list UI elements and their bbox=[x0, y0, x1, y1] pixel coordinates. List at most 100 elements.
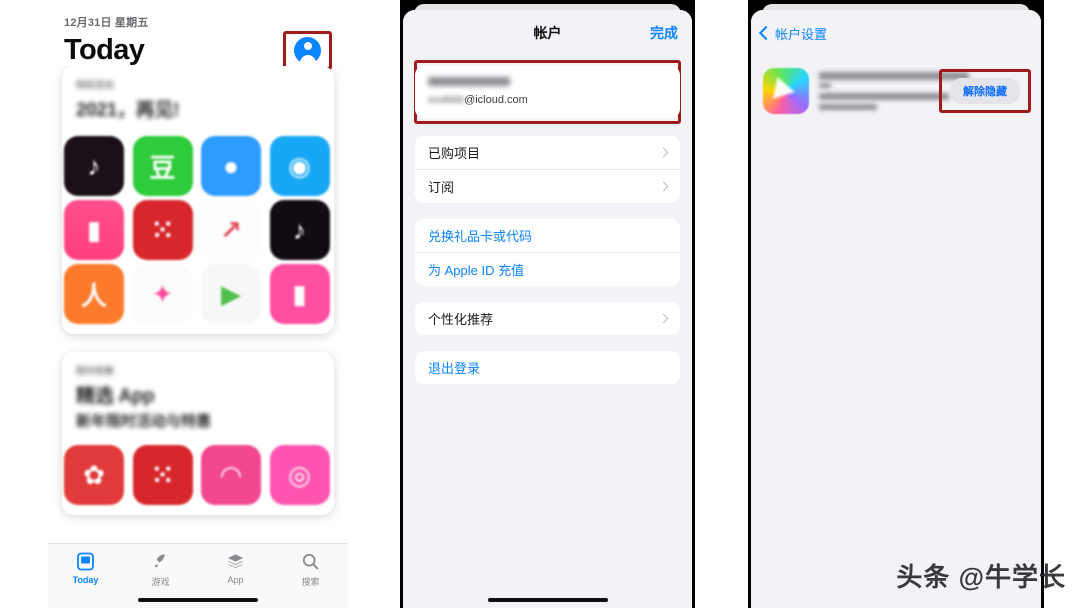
email-prefix-redacted: xxxkkkt bbox=[428, 94, 465, 106]
arrow-glyph bbox=[772, 77, 798, 103]
app-icon-tile[interactable]: ⁙ bbox=[132, 200, 193, 260]
app-icon-tile[interactable]: ▮ bbox=[64, 200, 124, 260]
app-icon-tile[interactable]: ⁙ bbox=[132, 445, 193, 505]
redeem-group: 兑换礼品卡或代码 为 Apple ID 充值 bbox=[415, 219, 680, 286]
app-glyph: ♪ bbox=[87, 150, 101, 181]
tab-label: Today bbox=[72, 575, 99, 585]
app-glyph: ♪ bbox=[293, 214, 306, 245]
hidden-app-list: 解除隐藏 bbox=[751, 56, 1041, 124]
card-headline: 2021，再见! bbox=[76, 100, 180, 121]
row-purchased[interactable]: 已购项目 bbox=[415, 136, 680, 169]
app-glyph: ● bbox=[223, 150, 239, 181]
list-item[interactable]: 解除隐藏 bbox=[751, 62, 1041, 124]
account-email: xxxkkkt@icloud.com bbox=[428, 94, 667, 106]
tab-games[interactable]: 游戏 bbox=[123, 550, 198, 588]
app-icon-tile[interactable]: ♪ bbox=[269, 200, 330, 260]
app-icon-tile[interactable]: ↗ bbox=[201, 200, 261, 260]
account-sheet: 帐户 完成 xxxkkkt@icloud.com 已购项目 订阅 兑换礼品卡或代… bbox=[403, 10, 692, 608]
app-glyph: ▮ bbox=[86, 214, 102, 245]
row-personalized-recommendations[interactable]: 个性化推荐 bbox=[415, 302, 680, 335]
app-icon-tile[interactable]: 人 bbox=[64, 264, 124, 324]
page-title: Today bbox=[64, 33, 145, 66]
today-title-row: Today bbox=[64, 31, 332, 70]
personalization-group: 个性化推荐 bbox=[415, 302, 680, 335]
row-label: 已购项目 bbox=[428, 146, 481, 161]
screenshot-stage: 12月31日 星期五 Today 特别活动 2021，再见! ♪ 豆 ● ◉ ▮… bbox=[0, 0, 1080, 608]
unhide-button[interactable]: 解除隐藏 bbox=[950, 78, 1020, 104]
back-button[interactable]: 帐户设置 bbox=[758, 24, 828, 43]
app-icon-tile[interactable]: ◠ bbox=[201, 445, 261, 505]
tab-search[interactable]: 搜索 bbox=[273, 550, 348, 588]
today-date: 12月31日 星期五 bbox=[64, 17, 149, 29]
app-meta bbox=[819, 72, 969, 110]
row-label: 订阅 bbox=[428, 180, 455, 195]
row-label: 退出登录 bbox=[428, 361, 481, 376]
hidden-purchases-sheet: 帐户设置 解除隐藏 bbox=[751, 10, 1041, 608]
today-header: 12月31日 星期五 Today bbox=[48, 0, 348, 74]
row-sign-out[interactable]: 退出登录 bbox=[415, 351, 680, 384]
rainbow-app-icon bbox=[763, 68, 809, 114]
row-redeem-gift-card[interactable]: 兑换礼品卡或代码 bbox=[415, 219, 680, 252]
home-indicator bbox=[138, 598, 258, 602]
app-subtitle-redacted bbox=[819, 83, 831, 88]
card-headline: 精选 App bbox=[76, 386, 155, 407]
app-icon-tile[interactable]: ✿ bbox=[64, 445, 124, 505]
home-indicator bbox=[487, 598, 608, 602]
row-label: 为 Apple ID 充值 bbox=[428, 263, 525, 278]
account-identity-block[interactable]: xxxkkkt@icloud.com bbox=[414, 60, 681, 124]
feature-card[interactable]: 限时特惠 精选 App 新年限时活动与特惠 ✿ ⁙ ◠ ◎ bbox=[62, 352, 334, 515]
app-glyph: 人 bbox=[80, 280, 107, 311]
app-icon-tile[interactable]: ✦ bbox=[132, 264, 193, 324]
card-kicker: 限时特惠 bbox=[76, 366, 115, 376]
feature-card-text: 限时特惠 精选 App 新年限时活动与特惠 bbox=[62, 352, 334, 439]
app-icon-tile[interactable]: ◎ bbox=[269, 445, 330, 505]
app-glyph: 豆 bbox=[149, 152, 176, 183]
app-icon-tile[interactable]: ▶ bbox=[201, 264, 261, 324]
app-glyph: ▮ bbox=[292, 278, 307, 309]
tab-label: App bbox=[227, 575, 244, 585]
row-add-funds[interactable]: 为 Apple ID 充值 bbox=[415, 252, 680, 286]
tab-apps[interactable]: App bbox=[198, 550, 273, 585]
search-icon bbox=[301, 550, 320, 572]
hidden-purchases-navbar: 帐户设置 bbox=[751, 10, 1041, 56]
app-icon-tile[interactable]: ● bbox=[201, 136, 261, 196]
chevron-right-icon bbox=[658, 313, 669, 324]
feature-card[interactable]: 特别活动 2021，再见! ♪ 豆 ● ◉ ▮ ⁙ ↗ ♪ 人 ✦ ▶ ▮ bbox=[62, 66, 334, 334]
app-glyph: ◉ bbox=[288, 150, 311, 181]
today-card-icon bbox=[76, 550, 95, 572]
card-app-grid: ✿ ⁙ ◠ ◎ bbox=[62, 439, 334, 515]
tab-label: 搜索 bbox=[301, 577, 320, 587]
app-icon-tile[interactable]: 豆 bbox=[132, 136, 193, 196]
done-button[interactable]: 完成 bbox=[650, 23, 678, 43]
nav-title: 帐户 bbox=[533, 25, 562, 41]
hidden-purchases-panel: 帐户设置 解除隐藏 bbox=[748, 0, 1044, 608]
purchases-group: 已购项目 订阅 bbox=[415, 136, 680, 203]
avatar-highlight-box bbox=[283, 31, 332, 70]
app-glyph: ⁙ bbox=[151, 459, 174, 490]
account-sheet-panel: 帐户 完成 xxxkkkt@icloud.com 已购项目 订阅 兑换礼品卡或代… bbox=[400, 0, 695, 608]
tab-today[interactable]: Today bbox=[48, 550, 123, 585]
account-name-redacted bbox=[428, 77, 510, 86]
signout-group: 退出登录 bbox=[415, 351, 680, 384]
tab-label: 游戏 bbox=[151, 577, 170, 587]
app-icon-tile[interactable]: ◉ bbox=[269, 136, 330, 196]
account-avatar-icon[interactable] bbox=[294, 37, 321, 64]
app-icon-tile[interactable]: ♪ bbox=[64, 136, 124, 196]
app-glyph: ✿ bbox=[83, 459, 105, 490]
account-card[interactable]: xxxkkkt@icloud.com bbox=[415, 66, 680, 118]
today-feed[interactable]: 特别活动 2021，再见! ♪ 豆 ● ◉ ▮ ⁙ ↗ ♪ 人 ✦ ▶ ▮ 限时… bbox=[48, 66, 348, 550]
back-label: 帐户设置 bbox=[775, 26, 828, 42]
feature-card-text: 特别活动 2021，再见! bbox=[62, 66, 334, 130]
card-kicker: 特别活动 bbox=[76, 80, 115, 90]
app-developer-redacted bbox=[819, 93, 949, 100]
app-icon-tile[interactable]: ▮ bbox=[269, 264, 330, 324]
row-subscriptions[interactable]: 订阅 bbox=[415, 169, 680, 203]
layers-icon bbox=[226, 550, 245, 572]
app-glyph: ◎ bbox=[288, 459, 311, 490]
chevron-left-icon bbox=[758, 25, 774, 41]
app-size-redacted bbox=[819, 104, 877, 110]
app-glyph: ↗ bbox=[220, 214, 242, 245]
card-app-grid: ♪ 豆 ● ◉ ▮ ⁙ ↗ ♪ 人 ✦ ▶ ▮ bbox=[62, 130, 334, 334]
unhide-highlight-box: 解除隐藏 bbox=[939, 69, 1031, 113]
app-glyph: ◠ bbox=[221, 459, 241, 490]
